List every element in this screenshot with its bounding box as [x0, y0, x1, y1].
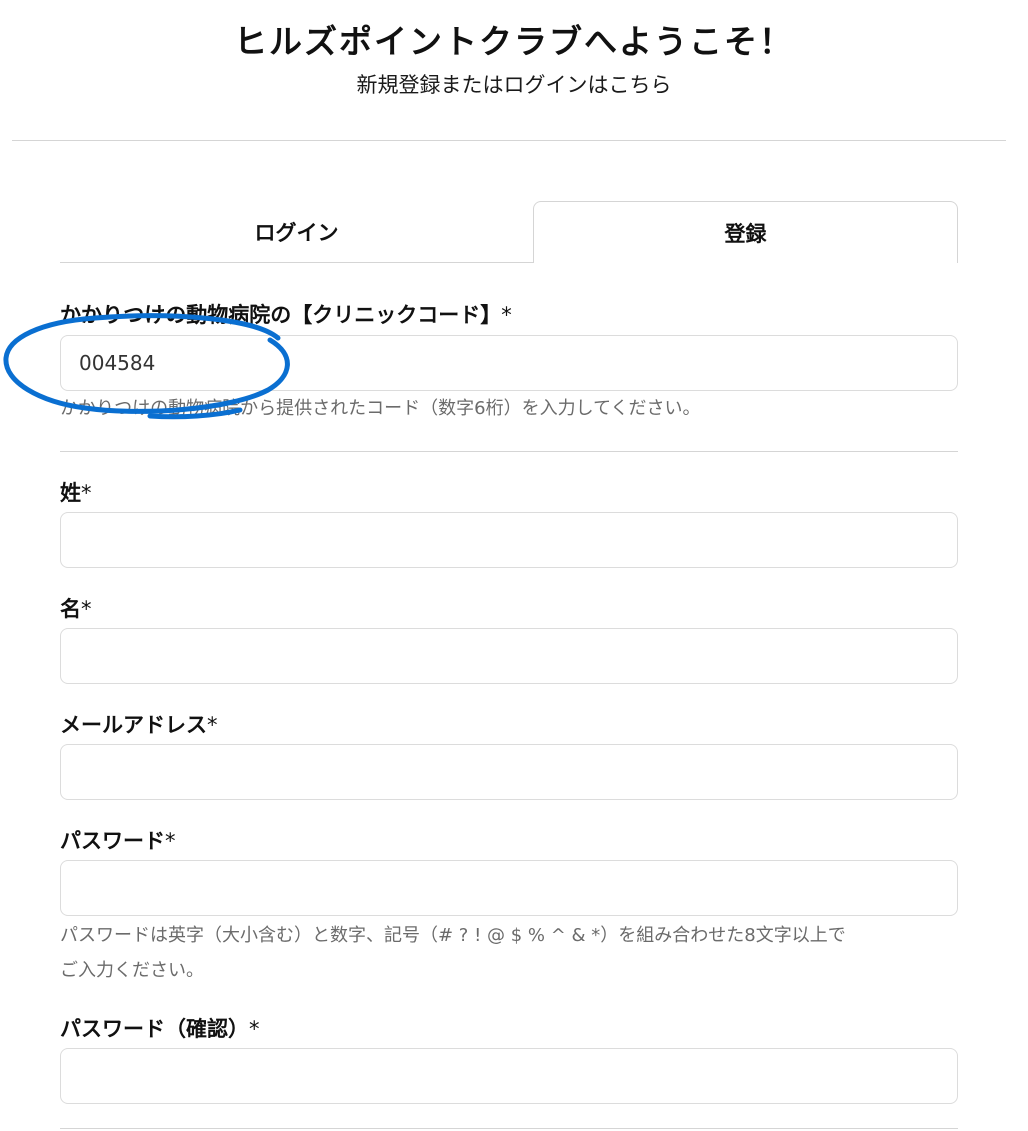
tab-register[interactable]: 登録	[533, 201, 958, 263]
email-label: メールアドレス*	[60, 711, 218, 739]
registration-page: ヒルズポイントクラブへようこそ！ 新規登録またはログインはこちら ログイン 登録…	[0, 0, 1028, 1131]
password-label-text: パスワード	[60, 829, 165, 853]
page-subtitle: 新規登録またはログインはこちら	[356, 73, 672, 97]
last-name-label-text: 姓	[60, 481, 81, 505]
first-name-label-text: 名	[60, 597, 81, 621]
password-label: パスワード*	[60, 827, 176, 855]
required-mark: *	[165, 829, 176, 853]
auth-tabs: ログイン 登録	[60, 201, 958, 263]
password-help: パスワードは英字（大小含む）と数字、記号（# ? ! @ $ % ^ & *）を…	[60, 918, 958, 988]
last-name-input[interactable]	[60, 512, 958, 568]
required-mark: *	[207, 713, 218, 737]
password-confirm-label: パスワード（確認）*	[60, 1015, 260, 1043]
clinic-code-label-text: かかりつけの動物病院の【クリニックコード】	[60, 303, 502, 327]
page-title: ヒルズポイントクラブへようこそ！	[234, 22, 794, 61]
required-mark: *	[249, 1017, 260, 1041]
bottom-divider	[60, 1128, 958, 1129]
first-name-input[interactable]	[60, 628, 958, 684]
password-input[interactable]	[60, 860, 958, 916]
required-mark: *	[81, 481, 92, 505]
header-divider	[12, 140, 1006, 141]
clinic-code-input[interactable]	[60, 335, 958, 391]
password-help-line1: パスワードは英字（大小含む）と数字、記号（# ? ! @ $ % ^ & *）を…	[60, 925, 846, 946]
last-name-label: 姓*	[60, 479, 92, 507]
password-confirm-label-text: パスワード（確認）	[60, 1017, 249, 1041]
tab-login[interactable]: ログイン	[60, 201, 533, 263]
email-label-text: メールアドレス	[60, 713, 207, 737]
password-confirm-input[interactable]	[60, 1048, 958, 1104]
section-divider	[60, 451, 958, 452]
required-mark: *	[501, 303, 512, 327]
required-mark: *	[81, 597, 92, 621]
clinic-code-label: かかりつけの動物病院の【クリニックコード】*	[60, 301, 512, 329]
password-help-line2: ご入力ください。	[60, 960, 204, 981]
clinic-code-help: かかりつけの動物病院から提供されたコード（数字6桁）を入力してください。	[60, 398, 701, 419]
first-name-label: 名*	[60, 595, 92, 623]
email-input[interactable]	[60, 744, 958, 800]
